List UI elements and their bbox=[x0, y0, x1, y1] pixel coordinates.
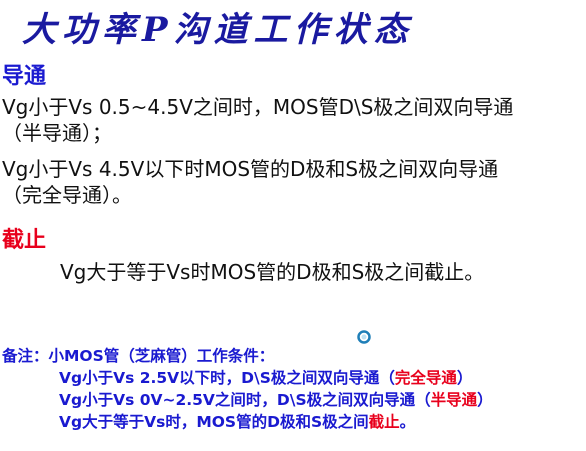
conduction-line-4: （完全导通）。 bbox=[2, 183, 132, 207]
note-line-1: 备注：小MOS管（芝麻管）工作条件： bbox=[2, 347, 275, 365]
conduction-line-1: Vg小于Vs 0.5~4.5V之间时，MOS管D\S极之间双向导通 bbox=[2, 95, 514, 119]
note-block: 备注：小MOS管（芝麻管）工作条件： Vg小于Vs 2.5V以下时，D\S极之间… bbox=[2, 345, 493, 433]
cutoff-line-1: Vg大于等于Vs时MOS管的D极和S极之间截止。 bbox=[60, 260, 485, 284]
note-line-4-text: Vg大于等于Vs时，MOS管的D极和S极之间 bbox=[59, 413, 369, 431]
note-line-2-highlight: 完全导通 bbox=[394, 369, 457, 387]
note-line-2: Vg小于Vs 2.5V以下时，D\S极之间双向导通（完全导通） bbox=[2, 367, 493, 389]
note-line-3-highlight: 半导通 bbox=[430, 391, 478, 409]
note-line-4-end: 。 bbox=[399, 413, 416, 431]
note-line-4-highlight: 截止 bbox=[368, 413, 400, 431]
note-line-2-text: Vg小于Vs 2.5V以下时，D\S极之间双向导通（ bbox=[59, 369, 395, 387]
note-line-3-end: ） bbox=[477, 391, 493, 409]
cutoff-heading: 截止 bbox=[2, 228, 47, 253]
loading-spinner-icon bbox=[357, 330, 371, 344]
note-line-3: Vg小于Vs 0V~2.5V之间时，D\S极之间双向导通（半导通） bbox=[2, 389, 493, 411]
note-line-2-end: ） bbox=[456, 369, 473, 387]
note-line-4: Vg大于等于Vs时，MOS管的D极和S极之间截止。 bbox=[2, 411, 493, 433]
page-title: 大功率P沟道工作状态 bbox=[22, 10, 414, 50]
note-line-3-text: Vg小于Vs 0V~2.5V之间时，D\S极之间双向导通（ bbox=[59, 391, 431, 409]
conduction-heading: 导通 bbox=[2, 64, 47, 89]
conduction-line-3: Vg小于Vs 4.5V以下时MOS管的D极和S极之间双向导通 bbox=[2, 157, 499, 181]
conduction-line-2: （半导通）； bbox=[2, 121, 112, 145]
